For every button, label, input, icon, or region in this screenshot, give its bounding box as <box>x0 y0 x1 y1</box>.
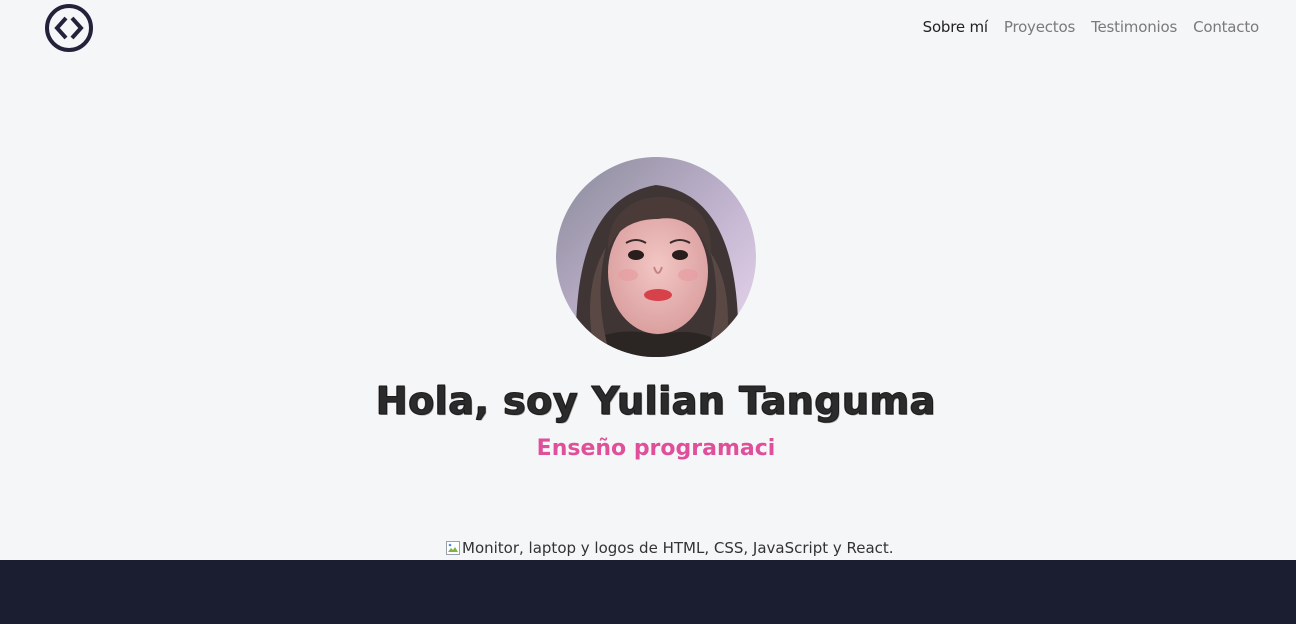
broken-image-icon <box>446 541 460 555</box>
hero-subtitle: Enseño programaci <box>536 436 776 461</box>
hero-title: Hola, soy Yulian Tanguma <box>376 379 936 424</box>
broken-image-placeholder: Monitor, laptop y logos de HTML, CSS, Ja… <box>445 537 894 559</box>
broken-image-alt-text: Monitor, laptop y logos de HTML, CSS, Ja… <box>462 539 894 557</box>
footer-band <box>0 560 1296 624</box>
avatar <box>556 157 756 357</box>
hero-section: Hola, soy Yulian Tanguma Enseño programa… <box>0 0 1296 560</box>
